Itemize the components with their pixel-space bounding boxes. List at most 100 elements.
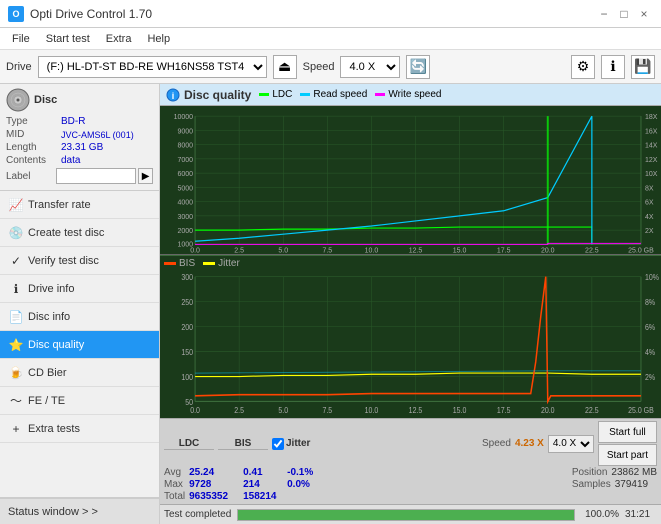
disc-type-value: BD-R xyxy=(61,116,85,127)
avg-bis: 0.41 xyxy=(243,467,283,478)
minimize-button[interactable]: − xyxy=(595,5,613,23)
avg-jitter: -0.1% xyxy=(287,467,327,478)
disc-label-row: Label ▶ xyxy=(6,168,153,184)
menu-help[interactable]: Help xyxy=(139,31,178,47)
nav-create-test-disc[interactable]: 💿 Create test disc xyxy=(0,219,159,247)
refresh-button[interactable]: 🔄 xyxy=(406,55,430,79)
disc-label-label: Label xyxy=(6,171,56,182)
svg-text:15.0: 15.0 xyxy=(453,405,467,415)
charts-container: 10000 9000 8000 7000 6000 5000 4000 3000… xyxy=(160,106,661,418)
disc-quality-icon: ⭐ xyxy=(8,337,24,353)
disc-type-row: Type BD-R xyxy=(6,116,153,127)
svg-text:7.5: 7.5 xyxy=(322,247,332,253)
maximize-button[interactable]: □ xyxy=(615,5,633,23)
jitter-legend: Jitter xyxy=(203,258,240,269)
content-area: i Disc quality LDC Read speed Write spee… xyxy=(160,84,661,524)
nav-items: 📈 Transfer rate 💿 Create test disc ✓ Ver… xyxy=(0,191,159,497)
svg-text:2000: 2000 xyxy=(177,228,193,235)
svg-text:5.0: 5.0 xyxy=(278,405,288,415)
samples-value: 379419 xyxy=(615,479,648,490)
max-ldc: 9728 xyxy=(189,479,239,490)
start-full-button[interactable]: Start full xyxy=(598,421,657,443)
disc-contents-row: Contents data xyxy=(6,155,153,166)
svg-text:12X: 12X xyxy=(645,157,658,164)
total-bis: 158214 xyxy=(243,491,283,502)
svg-text:6000: 6000 xyxy=(177,171,193,178)
disc-contents-label: Contents xyxy=(6,155,61,166)
svg-text:16X: 16X xyxy=(645,128,658,135)
menu-bar: File Start test Extra Help xyxy=(0,28,661,50)
disc-length-value: 23.31 GB xyxy=(61,142,103,153)
ldc-dot xyxy=(259,93,269,96)
svg-text:10X: 10X xyxy=(645,171,658,178)
nav-disc-quality[interactable]: ⭐ Disc quality xyxy=(0,331,159,359)
svg-text:9000: 9000 xyxy=(177,128,193,135)
nav-disc-info[interactable]: 📄 Disc info xyxy=(0,303,159,331)
bis-header: BIS xyxy=(218,438,268,450)
avg-label: Avg xyxy=(164,467,185,478)
disc-mid-row: MID JVC-AMS6L (001) xyxy=(6,129,153,140)
ldc-header: LDC xyxy=(164,438,214,450)
save-button[interactable]: 💾 xyxy=(631,55,655,79)
disc-mid-label: MID xyxy=(6,129,61,140)
nav-fe-te-label: FE / TE xyxy=(28,395,65,407)
bottom-chart-svg: 300 250 200 150 100 50 10% 8% 6% 4% 2% 0… xyxy=(160,271,661,419)
position-samples: Position 23862 MB Samples 379419 xyxy=(572,467,657,502)
drive-select[interactable]: (F:) HL-DT-ST BD-RE WH16NS58 TST4 xyxy=(38,56,267,78)
nav-verify-test-disc[interactable]: ✓ Verify test disc xyxy=(0,247,159,275)
main-layout: Disc Type BD-R MID JVC-AMS6L (001) Lengt… xyxy=(0,84,661,524)
speed-stat-select[interactable]: 4.0 X xyxy=(548,435,594,453)
svg-text:i: i xyxy=(172,91,175,101)
status-window[interactable]: Status window > > xyxy=(0,498,159,524)
svg-text:6%: 6% xyxy=(645,322,655,332)
nav-fe-te[interactable]: 〜 FE / TE xyxy=(0,387,159,415)
svg-text:12.5: 12.5 xyxy=(409,405,423,415)
svg-text:22.5: 22.5 xyxy=(585,405,599,415)
read-speed-dot xyxy=(300,93,310,96)
disc-contents-value: data xyxy=(61,155,80,166)
nav-drive-info[interactable]: ℹ Drive info xyxy=(0,275,159,303)
total-label: Total xyxy=(164,491,185,502)
svg-text:5.0: 5.0 xyxy=(278,247,288,253)
speed-select[interactable]: 4.0 X 1.0 X 2.0 X 8.0 X xyxy=(340,56,400,78)
svg-text:4%: 4% xyxy=(645,347,655,357)
nav-transfer-rate[interactable]: 📈 Transfer rate xyxy=(0,191,159,219)
jitter-checkbox[interactable] xyxy=(272,438,284,450)
svg-text:6X: 6X xyxy=(645,200,654,207)
position-label: Position xyxy=(572,467,608,478)
nav-create-test-disc-label: Create test disc xyxy=(28,227,104,239)
svg-text:25.0 GB: 25.0 GB xyxy=(628,247,654,253)
disc-label-btn[interactable]: ▶ xyxy=(138,168,153,184)
disc-quality-icon: i xyxy=(166,88,180,102)
disc-type-label: Type xyxy=(6,116,61,127)
progress-percent: 100.0% xyxy=(581,509,619,520)
eject-button[interactable]: ⏏ xyxy=(273,55,297,79)
svg-text:10000: 10000 xyxy=(174,114,194,121)
nav-cd-bier[interactable]: 🍺 CD Bier xyxy=(0,359,159,387)
avg-ldc: 25.24 xyxy=(189,467,239,478)
close-button[interactable]: × xyxy=(635,5,653,23)
svg-text:2X: 2X xyxy=(645,228,654,235)
menu-start-test[interactable]: Start test xyxy=(38,31,98,47)
ldc-values: 25.24 9728 9635352 xyxy=(189,467,239,502)
bis-values: 0.41 214 158214 xyxy=(243,467,283,502)
nav-extra-tests-label: Extra tests xyxy=(28,423,80,435)
menu-file[interactable]: File xyxy=(4,31,38,47)
legend-ldc: LDC xyxy=(259,89,292,100)
fe-te-icon: 〜 xyxy=(8,393,24,409)
svg-text:100: 100 xyxy=(181,372,193,382)
disc-label-input[interactable] xyxy=(56,168,136,184)
top-chart: 10000 9000 8000 7000 6000 5000 4000 3000… xyxy=(160,106,661,255)
info-button[interactable]: ℹ xyxy=(601,55,625,79)
start-part-button[interactable]: Start part xyxy=(598,444,657,466)
settings-button[interactable]: ⚙ xyxy=(571,55,595,79)
status-window-label: Status window > > xyxy=(8,506,98,518)
drive-label: Drive xyxy=(6,61,32,73)
svg-text:7.5: 7.5 xyxy=(322,405,332,415)
bis-legend-label: BIS xyxy=(179,258,195,269)
stats-bis-col: BIS xyxy=(218,438,268,450)
nav-cd-bier-label: CD Bier xyxy=(28,367,67,379)
nav-extra-tests[interactable]: + Extra tests xyxy=(0,415,159,443)
menu-extra[interactable]: Extra xyxy=(98,31,140,47)
top-chart-svg: 10000 9000 8000 7000 6000 5000 4000 3000… xyxy=(160,106,661,254)
